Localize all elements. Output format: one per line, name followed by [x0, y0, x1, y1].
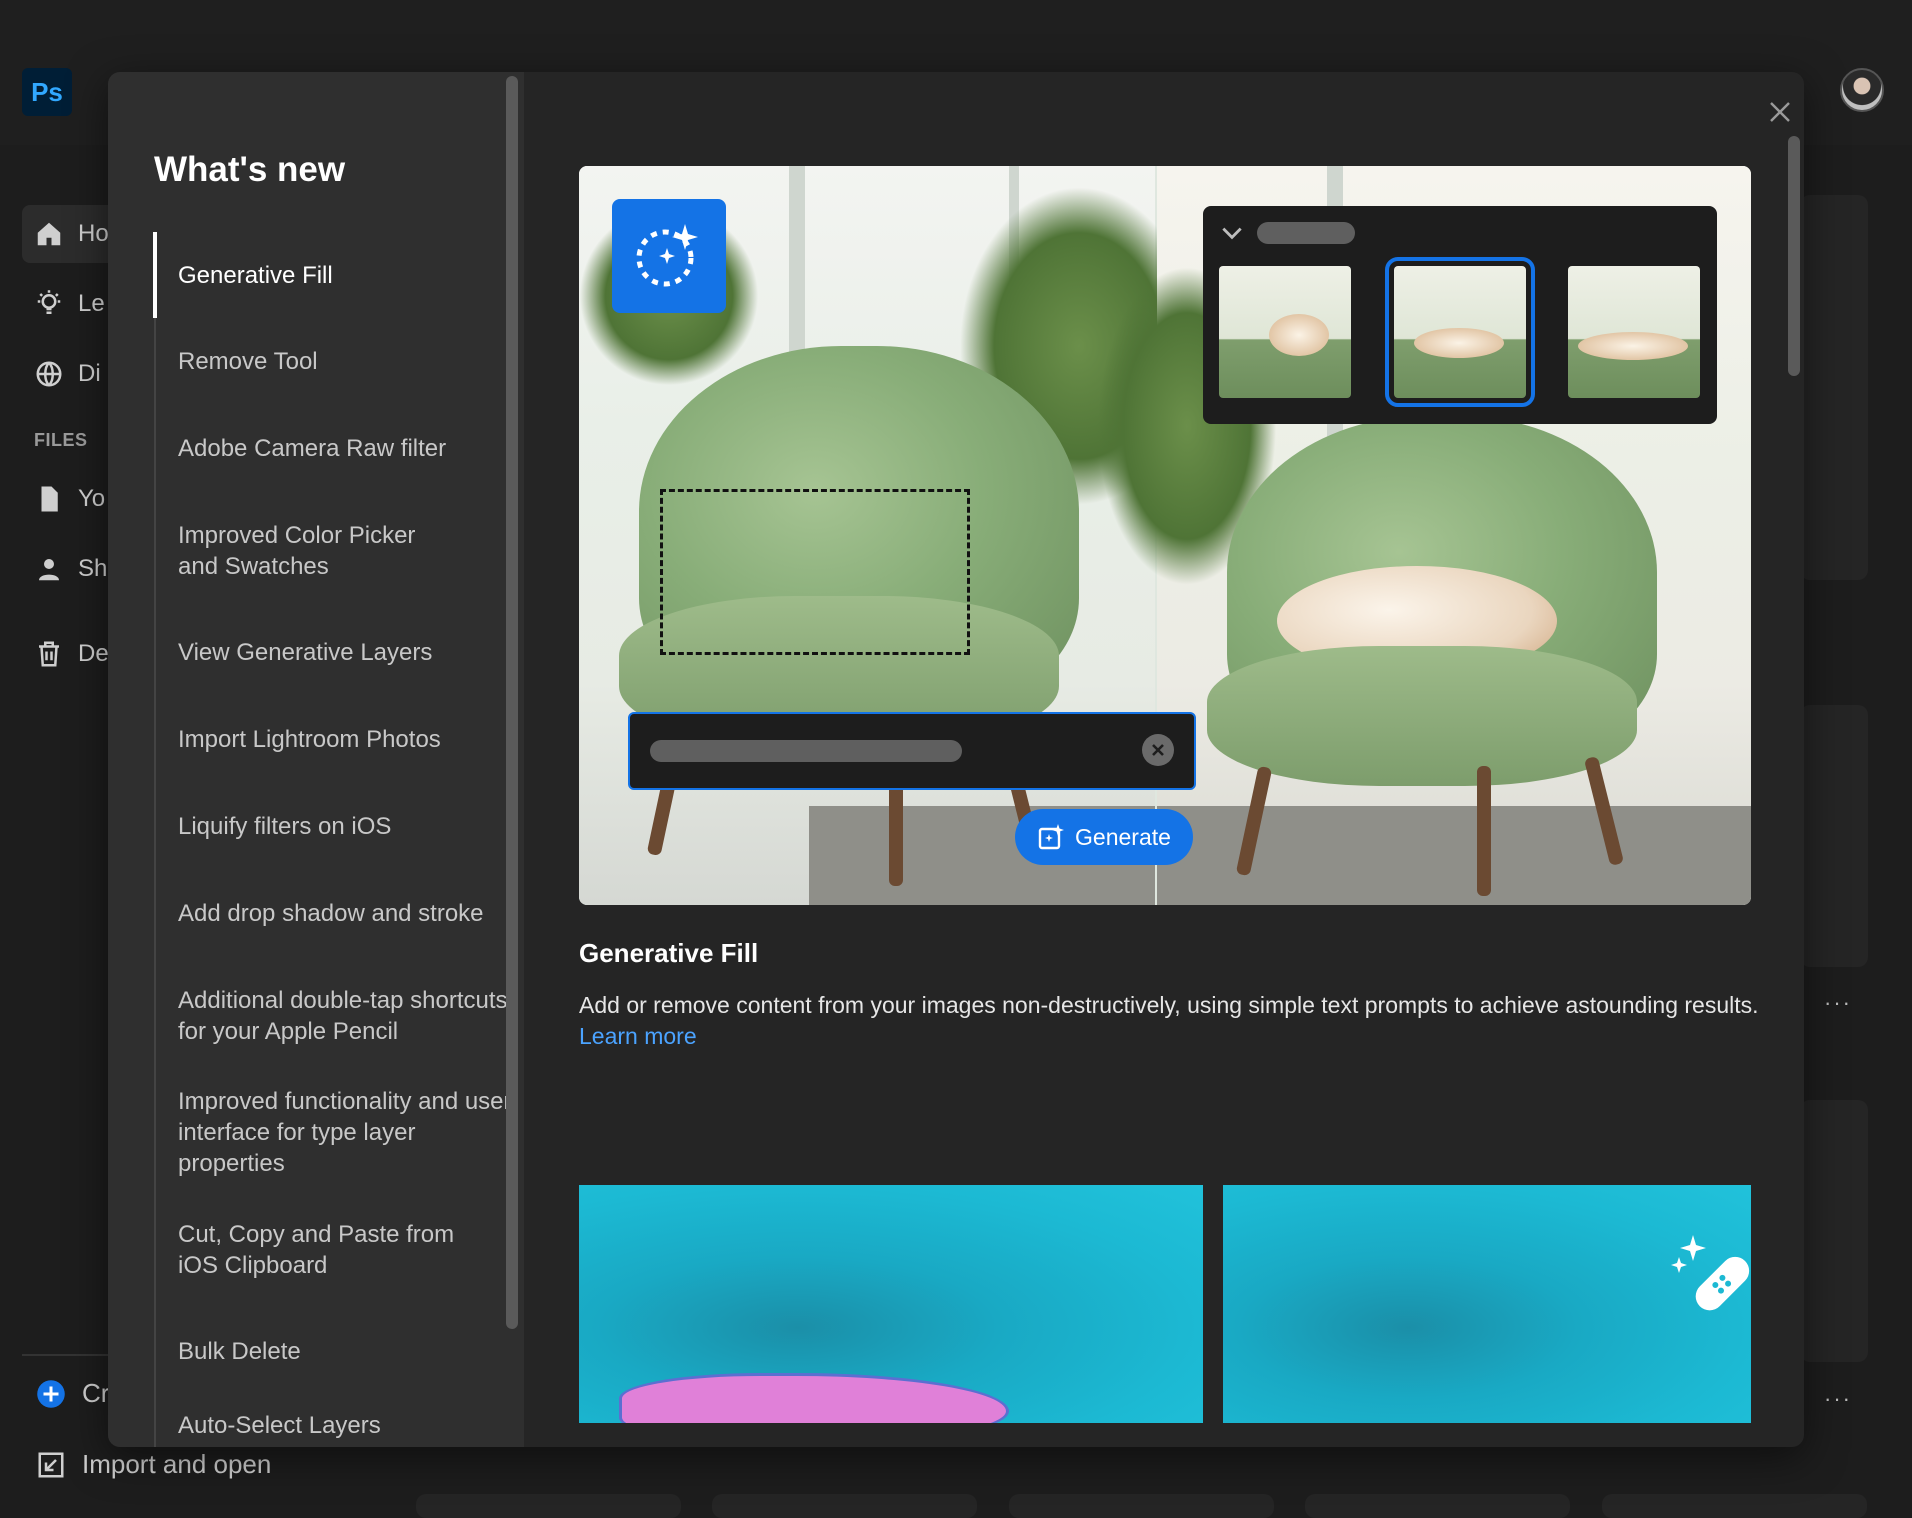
nav-item-0[interactable]: Generative Fill [178, 232, 524, 318]
feature-description: Add or remove content from your images n… [579, 990, 1759, 1052]
highlighted-boat [619, 1373, 1009, 1423]
nav-item-label: Bulk Delete [178, 1338, 301, 1365]
sidebar-item-label: Le [78, 290, 105, 317]
lightbulb-icon [37, 290, 61, 314]
nav-item-label: Improved Color Picker and Swatches [178, 521, 416, 580]
background-card [1305, 1494, 1570, 1518]
nav-item-2[interactable]: Adobe Camera Raw filter [178, 405, 524, 492]
nav-item-label: Auto-Select Layers [178, 1411, 381, 1439]
nav-item-label: Import Lightroom Photos [178, 726, 441, 753]
variations-label-placeholder [1257, 222, 1355, 244]
sidebar-item-label: Sh [78, 555, 108, 582]
thumbnail-cat [1578, 332, 1688, 360]
app-sidebar: Ho Le Di [0, 145, 142, 1518]
nav-item-12[interactable]: Auto-Select Layers [178, 1395, 524, 1447]
generate-label: Generate [1075, 823, 1171, 850]
globe-icon [36, 361, 62, 387]
sidebar-divider [22, 1354, 110, 1356]
variation-thumbnail[interactable] [1568, 266, 1700, 398]
sidebar-item-label: Yo [78, 485, 106, 512]
nav-item-label: Cut, Copy and Paste from iOS Clipboard [178, 1220, 455, 1279]
plus-circle-icon [37, 1379, 65, 1408]
background-card [1009, 1494, 1274, 1518]
more-options-button[interactable]: ··· [1824, 1386, 1852, 1412]
generate-button[interactable]: Generate [1015, 809, 1193, 865]
chair-leg [1477, 766, 1491, 896]
generative-fill-illustration: Generate [579, 166, 1751, 905]
nav-item-5[interactable]: Import Lightroom Photos [178, 696, 524, 783]
whats-new-nav-panel: What's new Generative Fill Remove Tool Ado… [108, 72, 524, 1447]
nav-item-11[interactable]: Bulk Delete [178, 1308, 524, 1395]
background-card [1800, 195, 1868, 580]
remove-tool-icon [1671, 1235, 1750, 1311]
nav-item-9[interactable]: Improved functionality and user interfac… [178, 1074, 524, 1191]
learn-more-link[interactable]: Learn more [579, 1023, 697, 1049]
sidebar-item-label: Di [78, 360, 101, 387]
create-button[interactable]: Cr [36, 1378, 109, 1409]
sidebar-item-label: De [78, 640, 109, 667]
file-icon [41, 486, 58, 512]
import-icon [38, 1452, 64, 1477]
nav-scrollbar[interactable] [506, 76, 518, 1329]
files-section-label: FILES [34, 430, 88, 450]
background-card [712, 1494, 977, 1518]
feature-title: Generative Fill [579, 938, 759, 968]
feature-nav-list: Generative Fill Remove Tool Adobe Camera R… [178, 232, 524, 1447]
nav-item-label: Add drop shadow and stroke [178, 900, 484, 927]
close-icon [1770, 102, 1790, 122]
nav-item-label: Generative Fill [178, 261, 333, 289]
sidebar-item-label: Ho [78, 220, 109, 247]
dialog-title: What's new [154, 150, 346, 189]
create-label: Cr [82, 1378, 110, 1408]
trash-icon [39, 641, 59, 667]
nav-item-4[interactable]: View Generative Layers [178, 609, 524, 696]
more-options-button[interactable]: ··· [1824, 990, 1852, 1016]
nav-item-label: Improved functionality and user interfac… [178, 1088, 512, 1177]
nav-item-label: Remove Tool [178, 348, 318, 375]
nav-item-8[interactable]: Additional double-tap shortcuts for your… [178, 957, 524, 1074]
nav-item-6[interactable]: Liquify filters on iOS [178, 783, 524, 870]
feature-description-text: Add or remove content from your images n… [579, 992, 1759, 1018]
whats-new-dialog: What's new Generative Fill Remove Tool Ado… [108, 72, 1804, 1447]
background-card [1800, 705, 1868, 967]
thumbnail-cat [1414, 328, 1504, 358]
prompt-input[interactable] [628, 712, 1196, 790]
generate-icon [1038, 824, 1065, 850]
chevron-down-icon[interactable] [1219, 220, 1245, 246]
background-card [1602, 1494, 1867, 1518]
thumbnail-cat [1269, 314, 1329, 356]
selection-marquee [660, 489, 970, 655]
nav-item-1[interactable]: Remove Tool [178, 318, 524, 405]
close-icon [1152, 744, 1164, 756]
nav-active-indicator [153, 232, 157, 318]
shared-user-icon [39, 559, 59, 581]
nav-item-7[interactable]: Add drop shadow and stroke [178, 870, 524, 957]
import-and-open-button[interactable]: Import and open [36, 1449, 271, 1480]
nav-item-label: Additional double-tap shortcuts for your… [178, 986, 508, 1045]
user-avatar[interactable] [1840, 68, 1884, 112]
close-button[interactable] [1760, 92, 1800, 132]
nav-item-label: View Generative Layers [178, 639, 433, 666]
armchair-seat [1207, 646, 1637, 786]
nav-item-label: Adobe Camera Raw filter [178, 435, 447, 462]
nav-item-10[interactable]: Cut, Copy and Paste from iOS Clipboard [178, 1191, 524, 1308]
photoshop-logo[interactable]: Ps [22, 68, 72, 116]
variations-panel [1203, 206, 1717, 424]
prompt-placeholder [650, 740, 962, 762]
variation-thumbnail[interactable] [1219, 266, 1351, 398]
nav-track [154, 232, 156, 1447]
background-card [1800, 1100, 1868, 1362]
clear-prompt-button[interactable] [1142, 734, 1174, 766]
ocean-before-image [579, 1185, 1203, 1423]
nav-item-3[interactable]: Improved Color Picker and Swatches [178, 492, 524, 609]
import-and-open-label: Import and open [82, 1449, 272, 1479]
home-icon [37, 222, 61, 246]
background-card [416, 1494, 681, 1518]
remove-tool-illustration [579, 1185, 1751, 1423]
variation-thumbnail-selected[interactable] [1385, 257, 1535, 407]
nav-item-label: Liquify filters on iOS [178, 813, 392, 840]
generative-fill-icon [612, 199, 726, 313]
content-scrollbar[interactable] [1788, 136, 1800, 376]
